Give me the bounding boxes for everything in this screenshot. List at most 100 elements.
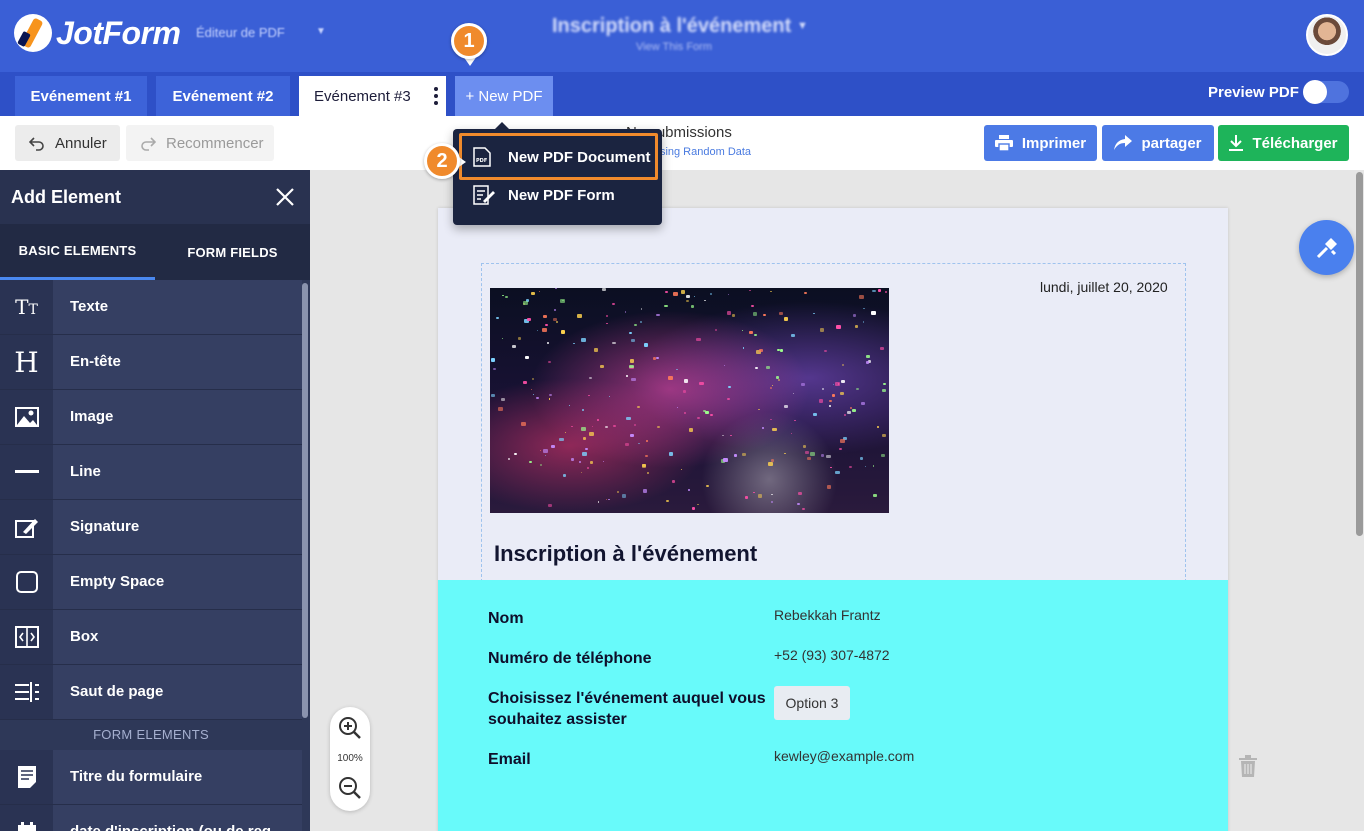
confetti-piece <box>697 416 700 419</box>
zoom-in-icon[interactable] <box>338 716 362 740</box>
tab-basic-elements[interactable]: BASIC ELEMENTS <box>0 224 155 280</box>
element-item-signature[interactable]: Signature <box>0 500 302 555</box>
confetti-piece <box>872 289 876 293</box>
tab-evenement-1[interactable]: Evénement #1 <box>15 76 147 116</box>
confetti-piece <box>553 317 558 321</box>
confetti-piece <box>765 365 770 369</box>
confetti-piece <box>749 289 751 292</box>
confetti-piece <box>820 453 825 457</box>
element-label: En-tête <box>70 353 121 370</box>
confetti-piece <box>696 337 701 342</box>
confetti-piece <box>684 412 687 415</box>
design-tools-button[interactable] <box>1299 220 1354 275</box>
tab-evenement-3[interactable]: Evénement #3 <box>299 76 446 116</box>
confetti-piece <box>672 292 678 297</box>
chevron-down-icon[interactable]: ▼ <box>797 20 808 32</box>
confetti-piece <box>761 427 765 430</box>
confetti-piece <box>818 399 824 403</box>
confetti-piece <box>757 408 760 411</box>
chevron-down-icon[interactable]: ▼ <box>316 26 326 37</box>
confetti-piece <box>726 311 732 315</box>
trash-icon[interactable] <box>1239 755 1257 777</box>
confetti-piece <box>548 398 551 400</box>
confetti-piece <box>832 384 834 385</box>
confetti-piece <box>846 411 851 415</box>
element-item-heading[interactable]: H En-tête <box>0 335 302 390</box>
canvas-scrollbar[interactable] <box>1356 172 1363 536</box>
field-label-name: Nom <box>488 610 524 627</box>
zoom-level: 100% <box>337 753 363 764</box>
element-item-registration-date[interactable]: date d'inscription (ou de reg... <box>0 805 302 831</box>
calendar-icon <box>0 805 53 831</box>
element-item-page-break[interactable]: Saut de page <box>0 665 302 720</box>
confetti-piece <box>882 382 886 386</box>
undo-button[interactable]: Annuler <box>15 125 120 161</box>
confetti-piece <box>710 413 713 416</box>
element-item-form-title[interactable]: Titre du formulaire <box>0 750 302 805</box>
document-heading[interactable]: Inscription à l'événement <box>494 541 757 567</box>
element-label: Saut de page <box>70 683 164 700</box>
new-pdf-form-option[interactable]: New PDF Form <box>453 176 662 214</box>
pdf-page[interactable]: lundi, juillet 20, 2020 Inscription à l'… <box>438 208 1228 831</box>
confetti-piece <box>581 427 586 432</box>
confetti-piece <box>600 364 605 368</box>
app-name[interactable]: Éditeur de PDF <box>196 25 285 40</box>
confetti-piece <box>863 307 865 309</box>
confetti-piece <box>626 416 631 421</box>
tab-form-fields[interactable]: FORM FIELDS <box>155 224 310 280</box>
new-pdf-button[interactable]: + New PDF <box>455 76 553 116</box>
confetti-piece <box>824 349 827 352</box>
confetti-piece <box>770 501 774 504</box>
confetti-piece <box>805 451 809 455</box>
field-label-event: Choisissez l'événement auquel vous souha… <box>488 690 766 728</box>
document-date[interactable]: lundi, juillet 20, 2020 <box>1040 279 1168 295</box>
form-title[interactable]: Inscription à l'événement <box>552 15 791 38</box>
confetti-piece <box>530 388 533 390</box>
confetti-piece <box>668 452 674 456</box>
logo-text: JotForm <box>56 14 181 51</box>
confetti-piece <box>629 359 635 363</box>
confetti-piece <box>555 320 558 323</box>
confetti-piece <box>810 452 816 457</box>
confetti-piece <box>608 498 610 500</box>
close-icon[interactable] <box>275 187 295 207</box>
confetti-piece <box>655 313 660 317</box>
undo-icon <box>29 137 44 151</box>
user-avatar[interactable] <box>1306 14 1348 56</box>
tab-evenement-2[interactable]: Evénement #2 <box>156 76 290 116</box>
share-arrow-icon <box>1114 135 1133 150</box>
step-marker-2: 2 <box>424 143 460 179</box>
redo-button[interactable]: Recommencer <box>126 125 274 161</box>
confetti-piece <box>790 432 793 435</box>
download-button[interactable]: Télécharger <box>1218 125 1349 161</box>
view-form-link[interactable]: View This Form <box>636 41 712 53</box>
element-item-box[interactable]: Box <box>0 610 302 665</box>
heading-icon: H <box>0 335 53 389</box>
confetti-piece <box>588 432 594 437</box>
confetti-piece <box>715 329 718 331</box>
zoom-out-icon[interactable] <box>338 776 362 800</box>
element-item-empty-space[interactable]: Empty Space <box>0 555 302 610</box>
element-item-text[interactable]: TT Texte <box>0 280 302 335</box>
confetti-piece <box>504 295 508 299</box>
confetti-piece <box>604 425 608 428</box>
preview-pdf-toggle[interactable] <box>1303 80 1349 104</box>
confetti-piece <box>840 392 844 396</box>
jotform-logo[interactable]: JotForm <box>14 14 181 52</box>
confetti-piece <box>579 461 581 463</box>
confetti-piece <box>885 291 888 293</box>
confetti-piece <box>871 311 876 315</box>
confetti-piece <box>852 314 857 317</box>
submissions-subtitle[interactable]: Using Random Data <box>652 146 751 158</box>
more-options-icon[interactable] <box>434 87 438 105</box>
share-button[interactable]: partager <box>1102 125 1214 161</box>
element-item-line[interactable]: Line <box>0 445 302 500</box>
confetti-piece <box>791 334 795 338</box>
event-image[interactable] <box>490 288 889 513</box>
print-button[interactable]: Imprimer <box>984 125 1097 161</box>
element-item-image[interactable]: Image <box>0 390 302 445</box>
panel-scrollbar[interactable] <box>302 283 308 718</box>
dropdown-label: New PDF Form <box>508 187 615 204</box>
element-label: Signature <box>70 518 140 535</box>
submission-fields-block[interactable]: Nom Rebekkah Frantz Numéro de téléphone … <box>438 580 1228 831</box>
